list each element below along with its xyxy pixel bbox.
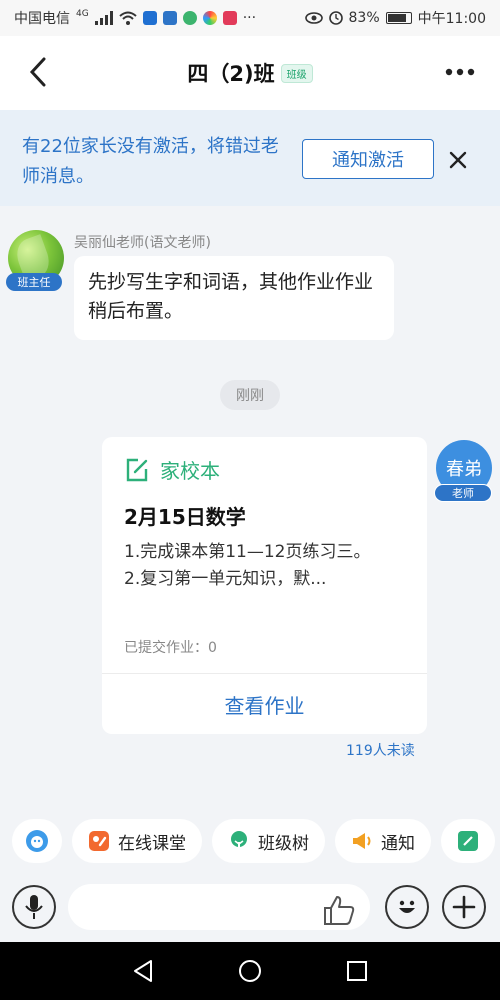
- class-tree-button[interactable]: 班级树: [212, 819, 325, 863]
- card-app-name: 家校本: [160, 459, 220, 483]
- input-bar: [0, 872, 500, 942]
- more-button[interactable]: [438, 52, 482, 92]
- signal-icon: [94, 11, 113, 25]
- card-line-2: 2.复习第一单元知识，默...: [124, 569, 327, 589]
- nav-home-icon[interactable]: [238, 959, 262, 983]
- view-homework-link[interactable]: 查看作业: [102, 674, 427, 734]
- notice-label: 通知: [381, 833, 415, 854]
- system-nav-bar: [0, 942, 500, 1000]
- timestamp-chip: 刚刚: [220, 380, 280, 410]
- app-icon-color: [202, 11, 217, 25]
- edit-note-icon: [458, 831, 478, 851]
- online-class-button[interactable]: 在线课堂: [72, 819, 202, 863]
- sender-name: 吴丽仙老师(语文老师): [74, 235, 211, 251]
- assistant-button[interactable]: [12, 819, 62, 863]
- nav-recent-icon[interactable]: [346, 960, 368, 982]
- activation-notice: 有22位家长没有激活，将错过老师消息。 通知激活: [0, 110, 500, 206]
- status-bar: 中国电信 4G ··· 83% 中午11:00: [0, 0, 500, 36]
- card-title: 2月15日数学: [124, 505, 246, 529]
- megaphone-icon: [353, 833, 371, 849]
- microphone-icon: [25, 895, 43, 919]
- back-button[interactable]: [18, 52, 58, 92]
- wifi-icon: [119, 11, 137, 25]
- page-title: 四（2)班: [187, 62, 275, 86]
- card-line-1: 1.完成课本第11—12页练习三。: [124, 542, 371, 562]
- alarm-icon: [328, 11, 343, 25]
- role-tag-teacher: 老师: [434, 484, 492, 502]
- notice-text: 有22位家长没有激活，将错过老师消息。: [22, 136, 279, 187]
- carrier-label: 中国电信: [14, 11, 70, 27]
- notice-button[interactable]: 通知: [335, 819, 431, 863]
- thumbs-up-icon[interactable]: [322, 894, 356, 926]
- more-dots-icon: [445, 68, 475, 76]
- emoji-icon: [399, 900, 415, 913]
- app-icon-red: [222, 11, 237, 25]
- app-icon-shield: [142, 11, 157, 25]
- homework-card[interactable]: 家校本 2月15日数学 1.完成课本第11—12页练习三。 2.复习第一单元知识…: [102, 437, 427, 734]
- card-body: 1.完成课本第11—12页练习三。 2.复习第一单元知识，默...: [124, 539, 414, 593]
- more-notifications-icon: ···: [242, 10, 257, 26]
- quick-action-bar: 在线课堂 班级树 通知: [0, 810, 500, 872]
- battery-icon: [385, 12, 412, 24]
- teacher-message-bubble[interactable]: 先抄写生字和词语，其他作业作业稍后布置。: [74, 256, 394, 340]
- app-icon-wen: [162, 11, 177, 25]
- online-class-icon: [89, 831, 109, 851]
- notify-activate-button[interactable]: 通知激活: [302, 139, 434, 179]
- homework-quick-button[interactable]: [441, 819, 495, 863]
- clock-label: 中午11:00: [417, 11, 486, 27]
- assistant-icon: [26, 830, 48, 852]
- tree-icon: [231, 831, 247, 851]
- eye-icon: [304, 12, 323, 24]
- emoji-button[interactable]: [385, 885, 429, 929]
- voice-button[interactable]: [12, 885, 56, 929]
- nav-back-icon[interactable]: [132, 959, 154, 983]
- plus-button[interactable]: [442, 885, 486, 929]
- app-header: 四（2)班 班级: [0, 36, 500, 110]
- network-label: 4G: [76, 9, 89, 19]
- class-badge: 班级: [280, 63, 313, 83]
- edit-note-icon: [126, 458, 148, 481]
- battery-percent: 83%: [348, 10, 380, 26]
- close-icon: [449, 151, 467, 169]
- chevron-left-icon: [29, 57, 46, 87]
- class-tree-label: 班级树: [258, 833, 309, 854]
- plus-icon: [452, 895, 476, 919]
- online-class-label: 在线课堂: [118, 833, 186, 854]
- unread-count[interactable]: 119人未读: [346, 740, 415, 760]
- role-tag-head-teacher: 班主任: [6, 273, 62, 291]
- close-notice-button[interactable]: [444, 146, 472, 174]
- submitted-count: 已提交作业：0: [124, 640, 217, 656]
- app-icon-green: [182, 11, 197, 25]
